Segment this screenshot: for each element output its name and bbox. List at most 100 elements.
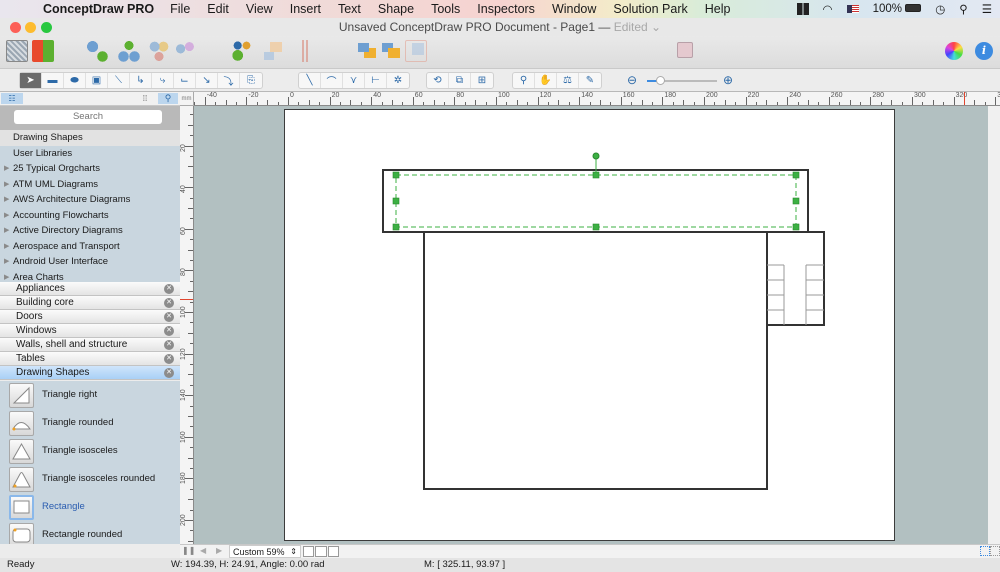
library-item-accounting[interactable]: ▶ Accounting Flowcharts: [0, 208, 180, 224]
menu-solution-park[interactable]: Solution Park: [613, 2, 687, 16]
distribute-icon[interactable]: [292, 40, 314, 62]
page-tab-icon[interactable]: [303, 546, 315, 557]
canvas-area[interactable]: [194, 106, 988, 544]
mindmap-layout-icon[interactable]: [174, 40, 196, 62]
edit-points-icon[interactable]: ⟲: [427, 73, 449, 88]
group-edit-icon[interactable]: ⊞: [471, 73, 493, 88]
close-library-icon[interactable]: ✕: [164, 354, 174, 364]
shape-item-rectangle[interactable]: Rectangle: [0, 493, 180, 521]
rotate-flip-icon[interactable]: [230, 40, 252, 62]
zoom-select[interactable]: Custom 59% ⇕: [229, 545, 301, 558]
menu-inspectors[interactable]: Inspectors: [477, 2, 535, 16]
spline-tool-icon[interactable]: ✲: [387, 73, 409, 88]
expand-arrow-icon[interactable]: ▶: [4, 270, 9, 283]
zoom-slider[interactable]: [647, 76, 717, 85]
shape-item-triangle-isosceles[interactable]: Triangle isosceles: [0, 437, 180, 465]
edited-status[interactable]: Edited ⌄: [614, 20, 661, 34]
open-library-building-core[interactable]: Building core ✕: [0, 296, 180, 310]
stamp-tool-icon[interactable]: ⚖: [557, 73, 579, 88]
orthogonal-connector-icon[interactable]: ⌙: [174, 73, 196, 88]
top-wall[interactable]: [382, 169, 809, 233]
rectangle-tool-icon[interactable]: ▬: [42, 73, 64, 88]
shape-item-triangle-isosceles-rounded[interactable]: Triangle isosceles rounded: [0, 465, 180, 493]
library-item-atm-uml[interactable]: ▶ ATM UML Diagrams: [0, 177, 180, 193]
align-icon[interactable]: [262, 40, 284, 62]
expand-arrow-icon[interactable]: ▶: [4, 208, 9, 224]
info-icon[interactable]: i: [975, 42, 993, 60]
grid-view-icon[interactable]: [6, 40, 28, 62]
curve-connector-icon[interactable]: ↘: [196, 73, 218, 88]
menu-tools[interactable]: Tools: [431, 2, 460, 16]
direct-connector-icon[interactable]: ⟍: [108, 73, 130, 88]
library-item-user-libraries[interactable]: User Libraries: [0, 146, 180, 162]
library-tree-icon[interactable]: ☷: [1, 93, 23, 104]
menu-shape[interactable]: Shape: [378, 2, 414, 16]
shape-item-rectangle-rounded[interactable]: Rectangle rounded: [0, 521, 180, 544]
vertical-scrollbar[interactable]: [988, 106, 1000, 544]
flag-icon[interactable]: [846, 5, 859, 13]
dimension-tool-icon[interactable]: ⊢: [365, 73, 387, 88]
select-tool-icon[interactable]: ➤: [20, 73, 42, 88]
zoom-in-icon[interactable]: ⊕: [723, 73, 733, 87]
search-toggle-icon[interactable]: ⚲: [158, 93, 178, 104]
stair-room-wall[interactable]: [766, 231, 825, 326]
menu-edit[interactable]: Edit: [207, 2, 229, 16]
library-search-input[interactable]: [14, 110, 162, 124]
expand-arrow-icon[interactable]: ▶: [4, 239, 9, 255]
close-library-icon[interactable]: ✕: [164, 340, 174, 350]
line-tool-icon[interactable]: ╲: [299, 73, 321, 88]
round-connector-icon[interactable]: ⤵: [218, 73, 240, 88]
flowchart-layout-icon[interactable]: [148, 40, 170, 62]
shape-item-triangle-right[interactable]: Triangle right: [0, 381, 180, 409]
zoom-tool-icon[interactable]: ⚲: [513, 73, 535, 88]
open-library-walls[interactable]: Walls, shell and structure ✕: [0, 338, 180, 352]
arc-connector-icon[interactable]: ↳: [130, 73, 152, 88]
page-frame-icon[interactable]: [677, 42, 693, 58]
library-item-aerospace[interactable]: ▶ Aerospace and Transport: [0, 239, 180, 255]
page-tab-icon[interactable]: [327, 546, 339, 557]
clock-icon[interactable]: ◷: [935, 2, 945, 16]
expand-arrow-icon[interactable]: ▶: [4, 223, 9, 239]
drawing-page[interactable]: [284, 109, 895, 541]
zoom-out-icon[interactable]: ⊖: [627, 73, 637, 87]
expand-arrow-icon[interactable]: ▶: [4, 192, 9, 208]
arc-tool-icon[interactable]: ⌒: [321, 73, 343, 88]
open-library-appliances[interactable]: Appliances ✕: [0, 282, 180, 296]
close-library-icon[interactable]: ✕: [164, 298, 174, 308]
shape-item-triangle-rounded[interactable]: Triangle rounded: [0, 409, 180, 437]
crop-zoom-icon[interactable]: ⧉: [449, 73, 471, 88]
menu-window[interactable]: Window: [552, 2, 596, 16]
menu-view[interactable]: View: [246, 2, 273, 16]
menu-file[interactable]: File: [170, 2, 190, 16]
expand-arrow-icon[interactable]: ▶: [4, 161, 9, 177]
page-tabs[interactable]: [303, 546, 339, 557]
main-room-wall[interactable]: [423, 231, 768, 490]
next-page-icon[interactable]: ▶: [216, 546, 222, 555]
ellipse-tool-icon[interactable]: ⬬: [64, 73, 86, 88]
spotlight-search-icon[interactable]: ⚲: [959, 2, 967, 16]
tree-layout-icon[interactable]: [86, 40, 108, 62]
menu-text[interactable]: Text: [338, 2, 361, 16]
bring-to-front-icon[interactable]: [356, 40, 378, 62]
polyline-tool-icon[interactable]: ⋎: [343, 73, 365, 88]
text-tool-icon[interactable]: ▣: [86, 73, 108, 88]
library-item-aws[interactable]: ▶ AWS Architecture Diagrams: [0, 192, 180, 208]
pause-icon[interactable]: ❚❚: [182, 546, 195, 555]
open-library-windows[interactable]: Windows ✕: [0, 324, 180, 338]
fit-page-icon[interactable]: [980, 546, 990, 556]
menu-app-name[interactable]: ConceptDraw PRO: [43, 2, 154, 16]
open-library-drawing-shapes[interactable]: Drawing Shapes ✕: [0, 366, 180, 380]
library-item-android-ui[interactable]: ▶ Android User Interface: [0, 254, 180, 270]
close-library-icon[interactable]: ✕: [164, 368, 174, 378]
rotation-handle[interactable]: [592, 152, 600, 160]
color-wheel-icon[interactable]: [945, 42, 963, 60]
color-panel-icon[interactable]: [32, 40, 54, 62]
smart-connector-icon[interactable]: ⤷: [152, 73, 174, 88]
wifi-icon[interactable]: ◠: [823, 2, 833, 16]
eyedropper-tool-icon[interactable]: ✎: [579, 73, 601, 88]
expand-arrow-icon[interactable]: ▶: [4, 254, 9, 270]
library-item-drawing-shapes[interactable]: Drawing Shapes: [0, 130, 180, 146]
hierarchy-layout-icon[interactable]: [118, 40, 140, 62]
menu-insert[interactable]: Insert: [290, 2, 321, 16]
send-to-back-icon[interactable]: [380, 40, 402, 62]
